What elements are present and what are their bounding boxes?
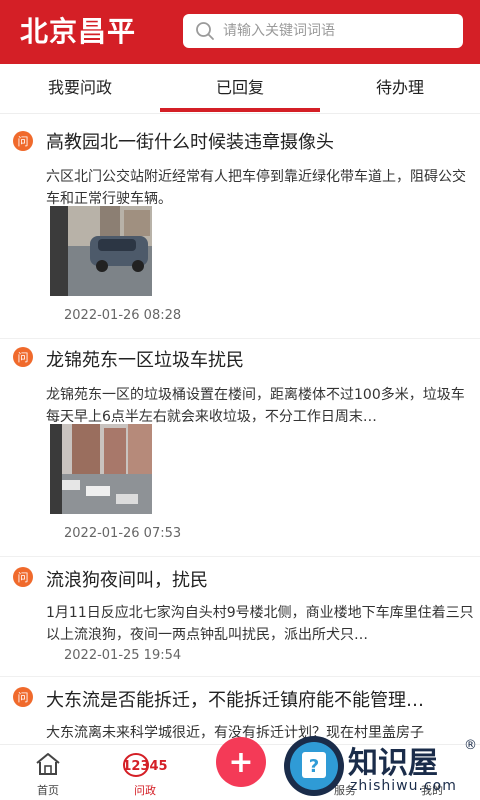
nav-wenzheng-label: 问政 [134, 784, 156, 797]
tab-woyaowenzheng[interactable]: 我要问政 [0, 64, 160, 114]
plus-icon: + [216, 737, 266, 787]
question-bubble-icon: ? [284, 736, 344, 796]
question-badge-icon: 问 [13, 567, 33, 587]
item-date: 2022-01-26 07:53 [64, 526, 182, 541]
badge-label: 问 [18, 351, 29, 364]
question-badge-icon: 问 [13, 347, 33, 367]
item-description: 六区北门公交站附近经常有人把车停到靠近绿化带车道上，阻碍公交车和正常行驶车辆。 [46, 169, 466, 207]
question-mark: ? [309, 756, 319, 777]
nav-wenzheng[interactable]: 12345 问政 [120, 745, 170, 800]
item-title[interactable]: 流浪狗夜间叫，扰民 [46, 566, 208, 592]
item-title[interactable]: 龙锦苑东一区垃圾车扰民 [46, 346, 244, 372]
registered-mark: ® [464, 738, 477, 753]
badge-label: 问 [18, 135, 29, 148]
tab-yihuifu[interactable]: 已回复 [160, 64, 320, 114]
add-question-button[interactable]: + [214, 735, 268, 791]
item-title[interactable]: 高教园北一街什么时候装违章摄像头 [46, 128, 334, 154]
list-item[interactable]: 问 高教园北一街什么时候装违章摄像头 六区北门公交站附近经常有人把车停到靠近绿化… [0, 118, 480, 338]
item-date: 2022-01-25 19:54 [64, 648, 182, 663]
badge-label: 问 [18, 571, 29, 584]
item-description: 1月11日反应北七家沟自头村9号楼北侧，商业楼地下车库里住着三只以上流浪狗，夜间… [46, 605, 474, 643]
badge-label: 问 [18, 691, 29, 704]
hotline-12345-icon: 12345 [122, 753, 168, 777]
question-badge-icon: 问 [13, 131, 33, 151]
search-box[interactable]: 请输入关键词词语 [183, 14, 463, 48]
list-item[interactable]: 问 流浪狗夜间叫，扰民 1月11日反应北七家沟自头村9号楼北侧，商业楼地下车库里… [0, 556, 480, 676]
watermark-text: 知识屋 [348, 746, 438, 781]
list-item[interactable]: 问 龙锦苑东一区垃圾车扰民 龙锦苑东一区的垃圾桶设置在楼间，距离楼体不过100多… [0, 338, 480, 556]
tab-bar: 我要问政 已回复 待办理 [0, 64, 480, 114]
search-placeholder: 请输入关键词词语 [223, 23, 335, 39]
home-icon [36, 753, 60, 775]
app-header: 北京昌平 请输入关键词词语 [0, 0, 480, 64]
tab-daibanli[interactable]: 待办理 [320, 64, 480, 114]
item-title[interactable]: 大东流是否能拆迁，不能拆迁镇府能不能管理… [46, 686, 424, 712]
question-badge-icon: 问 [13, 687, 33, 707]
item-thumbnail[interactable] [50, 424, 152, 514]
plus-symbol: + [228, 745, 253, 780]
item-description: 龙锦苑东一区的垃圾桶设置在楼间，距离楼体不过100多米，垃圾车每天早上6点半左右… [46, 387, 465, 425]
item-date: 2022-01-26 08:28 [64, 308, 182, 323]
app-logo: 北京昌平 [20, 15, 137, 48]
active-tab-indicator [160, 108, 320, 112]
nav-home-label: 首页 [37, 784, 59, 797]
hotline-badge-text: 12345 [122, 759, 167, 774]
item-thumbnail[interactable] [50, 206, 152, 296]
watermark-url: zhishiwu.com [350, 778, 457, 794]
nav-home[interactable]: 首页 [28, 745, 68, 800]
search-icon [196, 22, 214, 40]
watermark-logo: ? 知识屋 zhishiwu.com ® [280, 734, 480, 800]
